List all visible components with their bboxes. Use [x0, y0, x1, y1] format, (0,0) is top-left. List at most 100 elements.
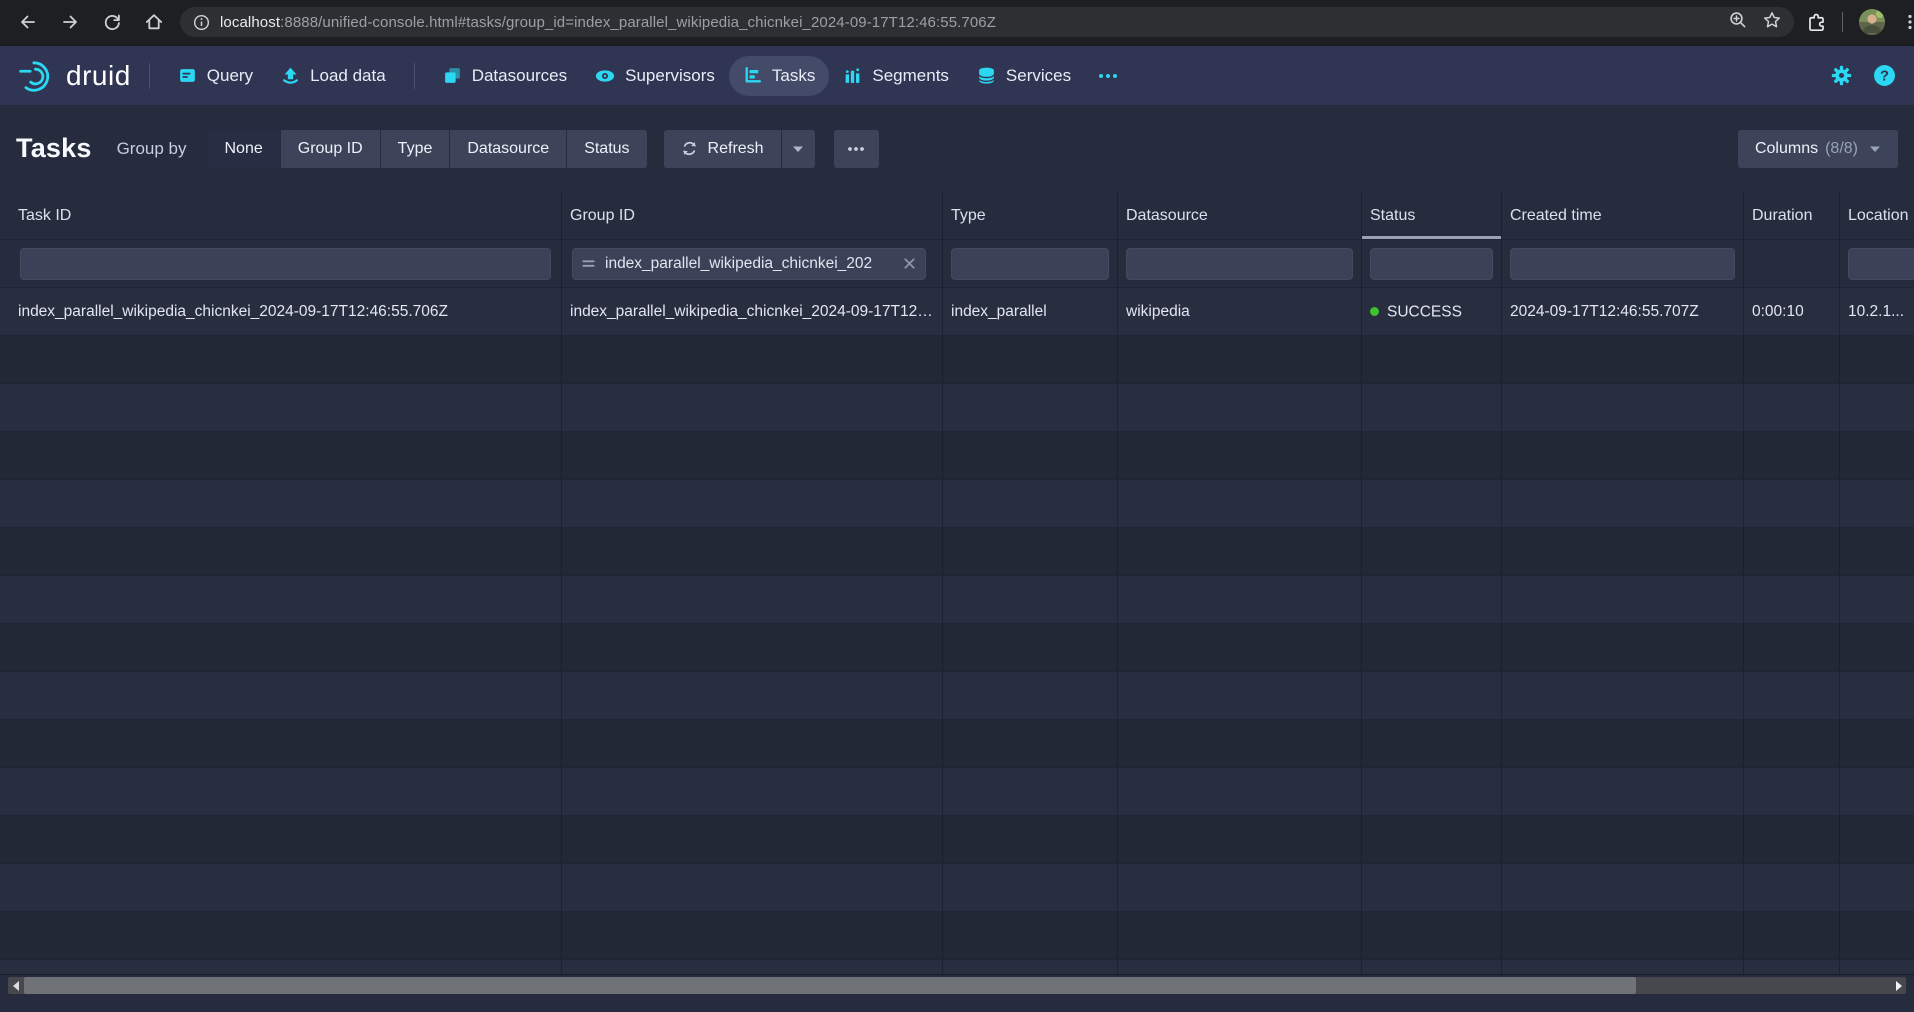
column-header-location[interactable]: Location [1840, 192, 1914, 239]
filter-task-id[interactable] [20, 248, 551, 280]
datasources-icon [443, 66, 462, 85]
filter-datasource[interactable] [1126, 248, 1353, 280]
cell-group-id: index_parallel_wikipedia_chicnkei_2024-0… [562, 288, 943, 335]
table-row-empty [0, 480, 1914, 528]
nav-item-tasks[interactable]: Tasks [729, 56, 829, 96]
url-bar[interactable]: localhost:8888/unified-console.html#task… [180, 7, 1794, 37]
status-dot [1370, 307, 1379, 316]
browser-reload-button[interactable] [94, 4, 130, 40]
columns-count: (8/8) [1825, 140, 1858, 158]
filter-group-id[interactable]: index_parallel_wikipedia_chicnkei_202 [572, 248, 926, 280]
nav-item-services[interactable]: Services [963, 56, 1085, 96]
browser-home-button[interactable] [136, 4, 172, 40]
cell-created-time: 2024-09-17T12:46:55.707Z [1502, 288, 1744, 335]
group-by-none-button[interactable]: None [208, 130, 280, 168]
browser-forward-button[interactable] [52, 4, 88, 40]
column-header-status[interactable]: Status [1362, 192, 1502, 239]
load-data-icon [281, 66, 300, 85]
table-row-empty [0, 528, 1914, 576]
settings-gear-icon [1830, 64, 1853, 87]
horizontal-scrollbar[interactable] [8, 977, 1906, 994]
help-button[interactable]: ? [1873, 64, 1896, 87]
browser-menu-icon[interactable] [1901, 13, 1914, 31]
column-header-duration[interactable]: Duration [1744, 192, 1840, 239]
url-text: localhost:8888/unified-console.html#task… [220, 14, 1714, 31]
table-row-empty [0, 672, 1914, 720]
filter-created-time[interactable] [1510, 248, 1735, 280]
profile-avatar[interactable] [1858, 8, 1886, 36]
filter-type[interactable] [951, 248, 1109, 280]
tasks-view-header: Tasks Group by None Group ID Type Dataso… [0, 105, 1914, 192]
scroll-left-icon [13, 981, 19, 991]
query-icon [178, 66, 197, 85]
url-host: localhost [220, 14, 280, 31]
nav-item-label: Datasources [472, 66, 567, 86]
equals-icon [581, 256, 596, 271]
column-header-datasource[interactable]: Datasource [1118, 192, 1362, 239]
table-row-empty [0, 720, 1914, 768]
zoom-page-icon[interactable] [1728, 10, 1748, 35]
refresh-interval-button[interactable] [782, 130, 815, 168]
supervisors-icon [595, 66, 615, 86]
clear-filter-icon[interactable] [902, 256, 917, 271]
column-header-created-time[interactable]: Created time [1502, 192, 1744, 239]
nav-item-label: Query [207, 66, 253, 86]
scroll-right-button[interactable] [1891, 977, 1906, 994]
columns-label: Columns [1755, 140, 1818, 158]
svg-text:?: ? [1880, 69, 1889, 85]
refresh-icon [681, 140, 698, 157]
group-by-button-group: None Group ID Type Datasource Status [208, 130, 647, 168]
column-header-type[interactable]: Type [943, 192, 1118, 239]
settings-button[interactable] [1830, 64, 1853, 87]
scrollbar-thumb[interactable] [24, 977, 1636, 994]
refresh-label: Refresh [708, 140, 764, 158]
refresh-button[interactable]: Refresh [664, 130, 781, 168]
actions-more-button[interactable] [834, 130, 879, 168]
group-by-type-button[interactable]: Type [381, 130, 450, 168]
brand-name: druid [66, 62, 131, 90]
cell-location: 10.2.1... [1840, 288, 1914, 335]
filter-value: index_parallel_wikipedia_chicnkei_202 [605, 255, 893, 273]
more-icon [1097, 67, 1119, 85]
cell-type: index_parallel [943, 288, 1118, 335]
table-row-empty [0, 864, 1914, 912]
column-header-group-id[interactable]: Group ID [562, 192, 943, 239]
url-path: :8888/unified-console.html#tasks/group_i… [280, 14, 996, 31]
table-header-row: Task ID Group ID Type Datasource Status … [0, 192, 1914, 240]
bookmark-star-icon[interactable] [1762, 10, 1782, 35]
nav-item-label: Supervisors [625, 66, 715, 86]
cell-datasource: wikipedia [1118, 288, 1362, 335]
status-text: SUCCESS [1387, 303, 1462, 320]
browser-back-button[interactable] [10, 4, 46, 40]
ellipsis-icon [846, 140, 866, 158]
filter-status[interactable] [1370, 248, 1493, 280]
nav-item-query[interactable]: Query [164, 56, 267, 96]
group-by-datasource-button[interactable]: Datasource [450, 130, 566, 168]
column-header-task-id[interactable]: Task ID [0, 192, 562, 239]
extensions-icon[interactable] [1806, 12, 1827, 33]
table-row-empty [0, 576, 1914, 624]
nav-item-datasources[interactable]: Datasources [429, 56, 581, 96]
nav-item-segments[interactable]: Segments [829, 56, 963, 96]
columns-button[interactable]: Columns (8/8) [1738, 130, 1898, 168]
forward-icon [60, 12, 80, 32]
filter-location[interactable] [1848, 248, 1914, 280]
caret-down-icon [1869, 145, 1881, 153]
page-title: Tasks [16, 133, 92, 164]
table-row[interactable]: index_parallel_wikipedia_chicnkei_2024-0… [0, 288, 1914, 336]
nav-item-supervisors[interactable]: Supervisors [581, 56, 729, 96]
info-icon[interactable] [192, 13, 211, 32]
home-icon [144, 12, 164, 32]
group-by-group-id-button[interactable]: Group ID [281, 130, 380, 168]
cell-task-id[interactable]: index_parallel_wikipedia_chicnkei_2024-0… [0, 288, 562, 335]
back-icon [18, 12, 38, 32]
nav-item-load-data[interactable]: Load data [267, 56, 400, 96]
druid-logo[interactable]: druid [18, 57, 131, 95]
table-row-empty [0, 624, 1914, 672]
group-by-status-button[interactable]: Status [567, 130, 646, 168]
nav-item-label: Services [1006, 66, 1071, 86]
table-body-empty [0, 336, 1914, 975]
druid-logo-icon [18, 57, 56, 95]
scroll-left-button[interactable] [8, 977, 23, 994]
nav-more-button[interactable] [1085, 56, 1131, 96]
